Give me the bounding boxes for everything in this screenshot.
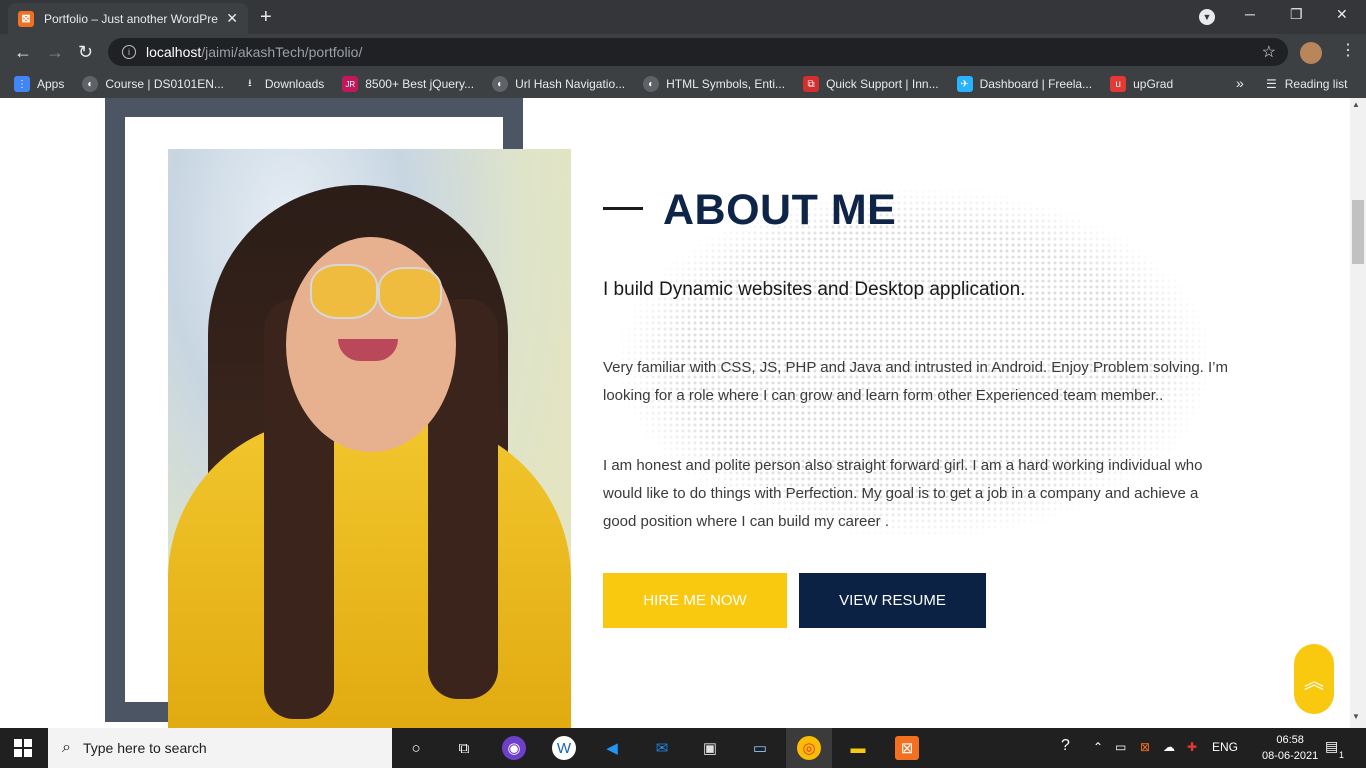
upgrad-icon: u <box>1110 76 1127 92</box>
tab-close-icon[interactable]: ✕ <box>226 10 238 27</box>
double-chevron-up-icon: ︽ <box>1304 670 1324 693</box>
photo-glasses-left <box>310 264 378 319</box>
globe-icon: ◐ <box>82 76 99 92</box>
bookmark-freelancer[interactable]: ✈ Dashboard | Freela... <box>956 76 1093 92</box>
about-paragraph-2: I am honest and polite person also strai… <box>603 457 1203 530</box>
bookmark-label: upGrad <box>1133 77 1174 91</box>
hire-me-button[interactable]: HIRE ME NOW <box>603 573 787 628</box>
globe-icon: ◐ <box>643 76 660 92</box>
about-title-dash <box>603 207 643 210</box>
bookmark-star-icon[interactable]: ☆ <box>1262 42 1276 62</box>
about-title: ABOUT ME <box>663 186 897 234</box>
profile-menu-icon[interactable]: ▼ <box>1199 9 1215 25</box>
minimize-button[interactable]: ─ <box>1245 6 1255 22</box>
bookmark-label: 8500+ Best jQuery... <box>365 77 475 91</box>
bookmark-apps[interactable]: ⋮ Apps <box>14 76 64 92</box>
jr-icon: JR <box>342 76 359 92</box>
browser-tab[interactable]: ⊠ Portfolio – Just another WordPre ✕ <box>8 3 248 34</box>
profile-avatar[interactable] <box>1300 42 1322 64</box>
windows-start-icon[interactable] <box>14 739 32 757</box>
bookmark-label: Url Hash Navigatio... <box>515 77 626 91</box>
bookmark-upgrad[interactable]: u upGrad <box>1110 76 1173 92</box>
more-bookmarks-icon[interactable]: » <box>1236 75 1244 91</box>
address-bar[interactable]: i localhost/jaimi/akashTech/portfolio/ ☆ <box>108 38 1288 66</box>
vscode-icon[interactable]: ◀ <box>600 736 624 760</box>
github-desktop-icon[interactable]: ◉ <box>502 736 526 760</box>
search-icon: ⌕ <box>62 739 71 756</box>
profile-photo <box>168 149 571 728</box>
back-arrow-icon[interactable]: ← <box>14 42 32 63</box>
xampp-favicon-icon: ⊠ <box>18 10 34 27</box>
bookmarks-bar: ⋮ Apps ◐ Course | DS0101EN... ⭳ Downloads J… <box>0 70 1366 98</box>
bookmark-label: Quick Support | Inn... <box>826 77 939 91</box>
view-resume-button[interactable]: VIEW RESUME <box>799 573 986 628</box>
browser-menu-icon[interactable]: ⋮ <box>1340 40 1356 60</box>
file-explorer-icon[interactable]: ▬ <box>846 736 870 760</box>
tab-title: Portfolio – Just another WordPre <box>44 11 218 26</box>
clock-time: 06:58 <box>1276 734 1304 746</box>
site-info-icon[interactable]: i <box>122 45 136 59</box>
maximize-button[interactable]: ❐ <box>1290 6 1303 23</box>
bookmark-label: Course | DS0101EN... <box>105 77 224 91</box>
antivirus-icon[interactable]: ✚ <box>1187 740 1197 754</box>
bookmark-course[interactable]: ◐ Course | DS0101EN... <box>82 76 224 92</box>
notification-icon[interactable]: ▤ <box>1325 738 1338 755</box>
browser-tab-strip: ⊠ Portfolio – Just another WordPre ✕ + ▼… <box>0 0 1366 34</box>
page-scrollbar[interactable] <box>1350 98 1366 728</box>
page-viewport: ABOUT ME I build Dynamic websites and De… <box>0 98 1350 728</box>
bookmark-label: HTML Symbols, Enti... <box>666 77 786 91</box>
network-icon[interactable]: ☁ <box>1163 740 1175 754</box>
bookmark-label: Dashboard | Freela... <box>979 77 1093 91</box>
battery-icon[interactable]: ▭ <box>1115 740 1126 754</box>
bookmark-quick-support[interactable]: ⧉ Quick Support | Inn... <box>803 76 939 92</box>
apps-grid-icon: ⋮ <box>14 76 30 92</box>
bookmark-label: Apps <box>37 77 65 91</box>
mail-icon[interactable]: ✉ <box>650 736 674 760</box>
chrome-icon[interactable]: ◎ <box>797 736 821 760</box>
photo-dress <box>168 419 571 728</box>
xampp-icon[interactable]: ⊠ <box>895 736 919 760</box>
taskbar-search-box[interactable]: ⌕ Type here to search <box>48 728 392 768</box>
bookmark-label: Downloads <box>264 77 325 91</box>
bookmark-downloads[interactable]: ⭳ Downloads <box>242 76 324 92</box>
help-icon[interactable]: ? <box>1061 737 1070 755</box>
new-tab-button[interactable]: + <box>260 6 272 29</box>
reload-icon[interactable]: ↻ <box>78 42 93 63</box>
about-paragraph-1: Very familiar with CSS, JS, PHP and Java… <box>603 359 1229 404</box>
tray-expand-icon[interactable]: ⌃ <box>1093 740 1103 754</box>
browser-toolbar: ← → ↻ i localhost/jaimi/akashTech/portfo… <box>0 34 1366 70</box>
url-host: localhost <box>146 44 202 60</box>
scroll-down-arrow-icon[interactable]: ▼ <box>1352 712 1360 721</box>
close-window-button[interactable]: ✕ <box>1336 6 1348 23</box>
freelancer-icon: ✈ <box>956 76 973 92</box>
language-indicator[interactable]: ENG <box>1212 740 1238 754</box>
photo-glasses-right <box>378 267 442 319</box>
support-icon: ⧉ <box>803 76 820 92</box>
cortana-icon[interactable]: ○ <box>404 736 428 760</box>
url-path: /jaimi/akashTech/portfolio/ <box>201 44 363 60</box>
xampp-tray-icon[interactable]: ⊠ <box>1140 740 1150 754</box>
reading-list-label: Reading list <box>1284 77 1348 91</box>
bookmark-html-symbols[interactable]: ◐ HTML Symbols, Enti... <box>643 76 785 92</box>
remote-desktop-icon[interactable]: ▭ <box>748 736 772 760</box>
system-clock[interactable]: 06:58 08-06-2021 <box>1262 732 1318 764</box>
scroll-up-arrow-icon[interactable]: ▲ <box>1352 100 1360 109</box>
bookmark-jquery[interactable]: JR 8500+ Best jQuery... <box>342 76 474 92</box>
scrollbar-thumb[interactable] <box>1352 200 1364 264</box>
notification-count: 1 <box>1339 750 1345 760</box>
task-view-icon[interactable]: ⧉ <box>452 736 476 760</box>
windows-taskbar: ⌕ Type here to search ○ ⧉ ◉ W ◀ ✉ ▣ ▭ ◎ … <box>0 728 1366 768</box>
bookmark-url-hash[interactable]: ◐ Url Hash Navigatio... <box>492 76 625 92</box>
download-icon: ⭳ <box>248 77 252 89</box>
store-icon[interactable]: ▣ <box>698 736 722 760</box>
about-subtitle: I build Dynamic websites and Desktop app… <box>603 279 1026 300</box>
scroll-to-top-button[interactable]: ︽ <box>1294 644 1334 714</box>
wordpad-icon[interactable]: W <box>552 736 576 760</box>
search-placeholder: Type here to search <box>82 740 207 756</box>
forward-arrow-icon[interactable]: → <box>46 42 64 63</box>
reading-list-button[interactable]: ☰ Reading list <box>1266 70 1347 98</box>
reading-list-icon: ☰ <box>1266 77 1277 91</box>
clock-date: 08-06-2021 <box>1262 750 1319 762</box>
globe-icon: ◐ <box>492 76 509 92</box>
